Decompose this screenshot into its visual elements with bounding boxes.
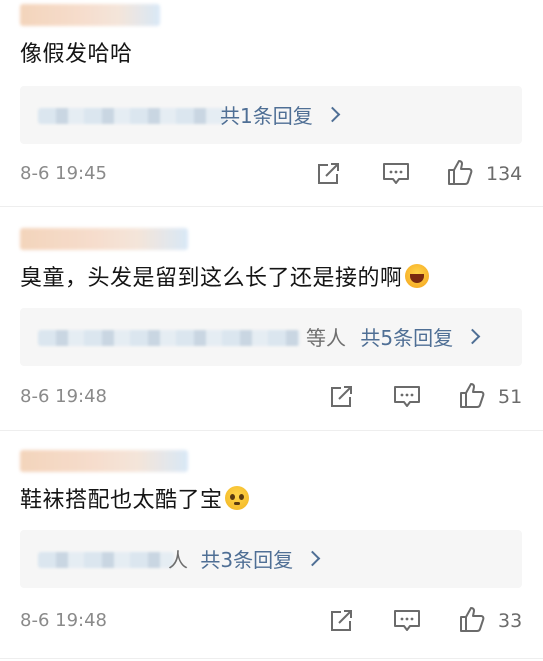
comment-text-body: 鞋袜搭配也太酷了宝 (20, 488, 223, 513)
share-icon[interactable] (328, 385, 354, 409)
username-blurred[interactable] (20, 450, 188, 472)
comment-timestamp: 8-6 19:45 (20, 163, 107, 184)
share-icon[interactable] (315, 162, 341, 186)
comment-text: 鞋袜搭配也太酷了宝 (20, 486, 249, 516)
chevron-right-icon (464, 328, 481, 345)
username-blurred[interactable] (20, 228, 188, 250)
comment-timestamp: 8-6 19:48 (20, 610, 107, 631)
comment-item: 鞋袜搭配也太酷了宝 人 共3条回复 8-6 19:48 33 (0, 444, 543, 654)
laughing-emoji (404, 264, 429, 288)
divider (0, 206, 543, 207)
thumbs-up-icon[interactable] (458, 605, 486, 633)
like-count: 33 (498, 610, 523, 632)
share-icon[interactable] (328, 609, 354, 633)
comment-icon[interactable] (393, 608, 421, 634)
reply-names-blurred (38, 108, 224, 124)
chevron-right-icon (324, 106, 341, 123)
reply-preview[interactable]: 共1条回复 (20, 86, 522, 144)
comment-icon[interactable] (382, 161, 410, 187)
comment-item: 像假发哈哈 共1条回复 8-6 19:45 134 (0, 0, 543, 200)
reply-preview[interactable]: 人 共3条回复 (20, 530, 522, 588)
reply-preview[interactable]: 等人 共5条回复 (20, 308, 522, 366)
reply-names-blurred (38, 330, 300, 346)
chevron-right-icon (304, 550, 321, 567)
thumbs-up-icon[interactable] (446, 158, 474, 186)
comment-item: 臭童，头发是留到这么长了还是接的啊 等人 共5条回复 8-6 19:48 51 (0, 222, 543, 422)
username-blurred[interactable] (20, 4, 160, 26)
reply-count-link[interactable]: 共1条回复 (220, 104, 313, 128)
comment-icon[interactable] (393, 384, 421, 410)
comment-timestamp: 8-6 19:48 (20, 386, 107, 407)
reply-count-link[interactable]: 共3条回复 (200, 548, 293, 572)
comment-text: 像假发哈哈 (20, 42, 133, 67)
reply-count-link[interactable]: 共5条回复 (360, 326, 453, 350)
like-count: 51 (498, 386, 523, 408)
comment-text: 臭童，头发是留到这么长了还是接的啊 (20, 264, 429, 294)
pleading-emoji (224, 486, 249, 510)
divider (0, 430, 543, 431)
divider (0, 658, 543, 659)
reply-participants: 人 (168, 548, 188, 572)
like-count: 134 (486, 163, 523, 185)
reply-participants: 等人 (306, 326, 346, 350)
thumbs-up-icon[interactable] (458, 381, 486, 409)
reply-names-blurred (38, 552, 174, 568)
comment-text-body: 臭童，头发是留到这么长了还是接的啊 (20, 266, 403, 291)
